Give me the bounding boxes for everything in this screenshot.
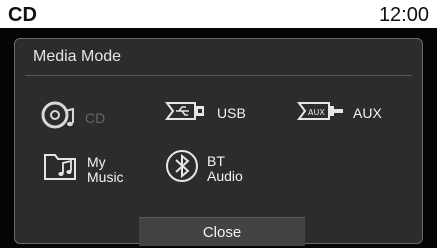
media-option-my-music[interactable]: My Music bbox=[43, 151, 124, 188]
aux-plug-icon: AUX bbox=[297, 101, 345, 126]
my-music-label-line2: Music bbox=[87, 168, 124, 185]
status-bar: CD 12:00 bbox=[0, 0, 437, 28]
cd-disc-icon bbox=[41, 101, 77, 136]
media-option-usb[interactable]: USB bbox=[165, 101, 246, 126]
clock: 12:00 bbox=[378, 4, 429, 26]
media-option-cd[interactable]: CD bbox=[41, 101, 105, 136]
my-music-label: My Music bbox=[87, 153, 124, 185]
bt-audio-label-line1: BT bbox=[207, 152, 225, 169]
title-divider bbox=[25, 75, 412, 76]
svg-text:AUX: AUX bbox=[308, 108, 325, 117]
bt-audio-label: BT Audio bbox=[207, 152, 243, 184]
close-button[interactable]: Close bbox=[139, 217, 305, 246]
dialog-title: Media Mode bbox=[33, 48, 122, 65]
current-source: CD bbox=[8, 4, 37, 26]
cd-label: CD bbox=[85, 110, 106, 126]
bluetooth-icon bbox=[165, 149, 199, 188]
bt-audio-label-line2: Audio bbox=[207, 167, 243, 184]
usb-icon bbox=[165, 101, 209, 126]
aux-label: AUX bbox=[353, 105, 382, 121]
my-music-label-line1: My bbox=[87, 153, 106, 170]
media-mode-dialog: Media Mode CD USB AUX AUX My Music BT Au… bbox=[14, 38, 423, 246]
screen: Media Mode CD USB AUX AUX My Music BT Au… bbox=[0, 28, 437, 248]
media-option-bt-audio[interactable]: BT Audio bbox=[165, 149, 243, 188]
usb-label: USB bbox=[217, 105, 246, 121]
media-option-aux[interactable]: AUX AUX bbox=[297, 101, 382, 126]
music-folder-icon bbox=[43, 151, 79, 188]
